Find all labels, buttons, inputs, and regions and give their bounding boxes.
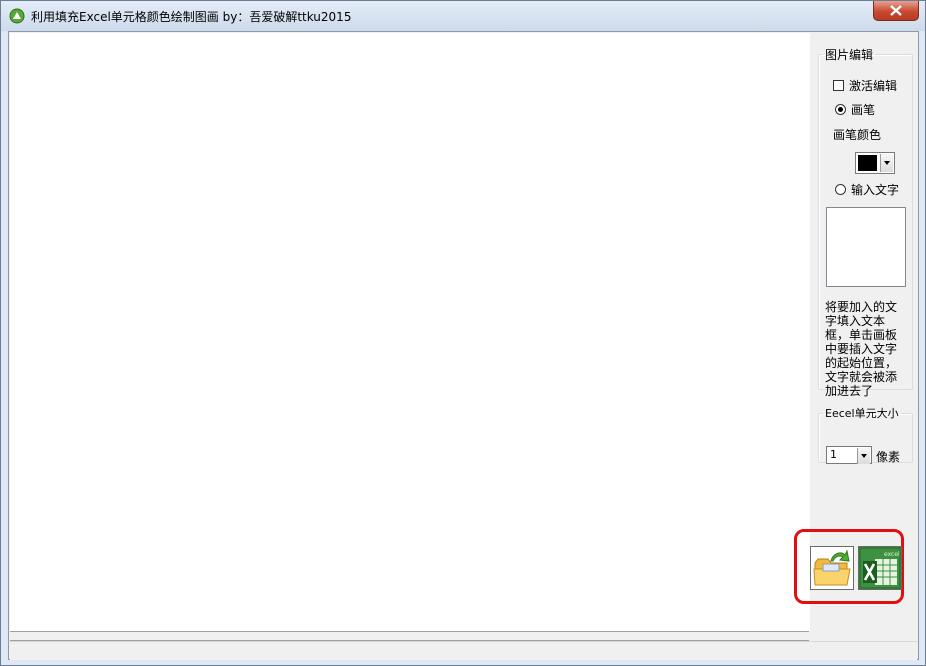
open-folder-icon	[811, 547, 853, 589]
close-button[interactable]	[873, 1, 919, 21]
pen-color-label-text: 画笔颜色	[833, 128, 882, 142]
text-input[interactable]	[826, 207, 906, 287]
export-excel-button[interactable]: excel	[858, 546, 902, 590]
horizontal-scrollbar[interactable]	[10, 631, 809, 641]
pen-color-dropdown[interactable]	[855, 152, 895, 174]
drawing-canvas[interactable]	[10, 33, 810, 631]
cell-size-select[interactable]: 1	[826, 446, 872, 464]
cell-size-value: 1	[830, 448, 837, 461]
chevron-down-icon[interactable]	[857, 448, 870, 464]
app-icon	[9, 8, 25, 24]
excel-badge-text: excel	[884, 551, 900, 558]
text-radio-label: 输入文字	[851, 183, 900, 197]
cell-size-unit: 像素	[876, 450, 901, 464]
pen-radio-dot[interactable]	[835, 104, 846, 115]
cell-size-group: Eecel单元大小 1 像素	[818, 405, 913, 464]
status-bar	[10, 641, 917, 660]
window-title: 利用填充Excel单元格颜色绘制图画 by：吾爱破解ttku2015	[31, 10, 352, 24]
client-area: 图片编辑 激活编辑 画笔 画笔颜色 输入文字 将要加入的文字填入文本框，单击画板…	[8, 31, 919, 660]
pen-color-label: 画笔颜色	[833, 126, 881, 143]
cell-size-group-title: Eecel单元大小	[825, 407, 899, 420]
app-window: 利用填充Excel单元格颜色绘制图画 by：吾爱破解ttku2015 图片编辑 …	[0, 0, 926, 666]
activate-edit-checkbox[interactable]: 激活编辑	[833, 77, 897, 94]
chevron-down-icon[interactable]	[880, 154, 893, 172]
activate-edit-box[interactable]	[833, 80, 844, 91]
activate-edit-label: 激活编辑	[849, 79, 898, 93]
pen-radio[interactable]: 画笔	[835, 101, 875, 118]
hint-text: 将要加入的文字填入文本框，单击画板中要插入文字的起始位置，文字就会被添加进去了	[825, 300, 898, 398]
text-radio[interactable]: 输入文字	[835, 181, 899, 198]
pen-color-swatch	[858, 155, 877, 171]
title-bar: 利用填充Excel单元格颜色绘制图画 by：吾爱破解ttku2015	[1, 1, 925, 31]
image-edit-group-title: 图片编辑	[825, 48, 874, 62]
excel-export-icon: excel	[859, 547, 901, 589]
text-radio-dot[interactable]	[835, 184, 846, 195]
close-icon	[890, 5, 902, 16]
open-image-button[interactable]	[810, 546, 854, 590]
pen-label: 画笔	[851, 103, 876, 117]
image-edit-group: 图片编辑 激活编辑 画笔 画笔颜色 输入文字 将要加入的文字填入文本框，单击画板…	[818, 46, 913, 398]
